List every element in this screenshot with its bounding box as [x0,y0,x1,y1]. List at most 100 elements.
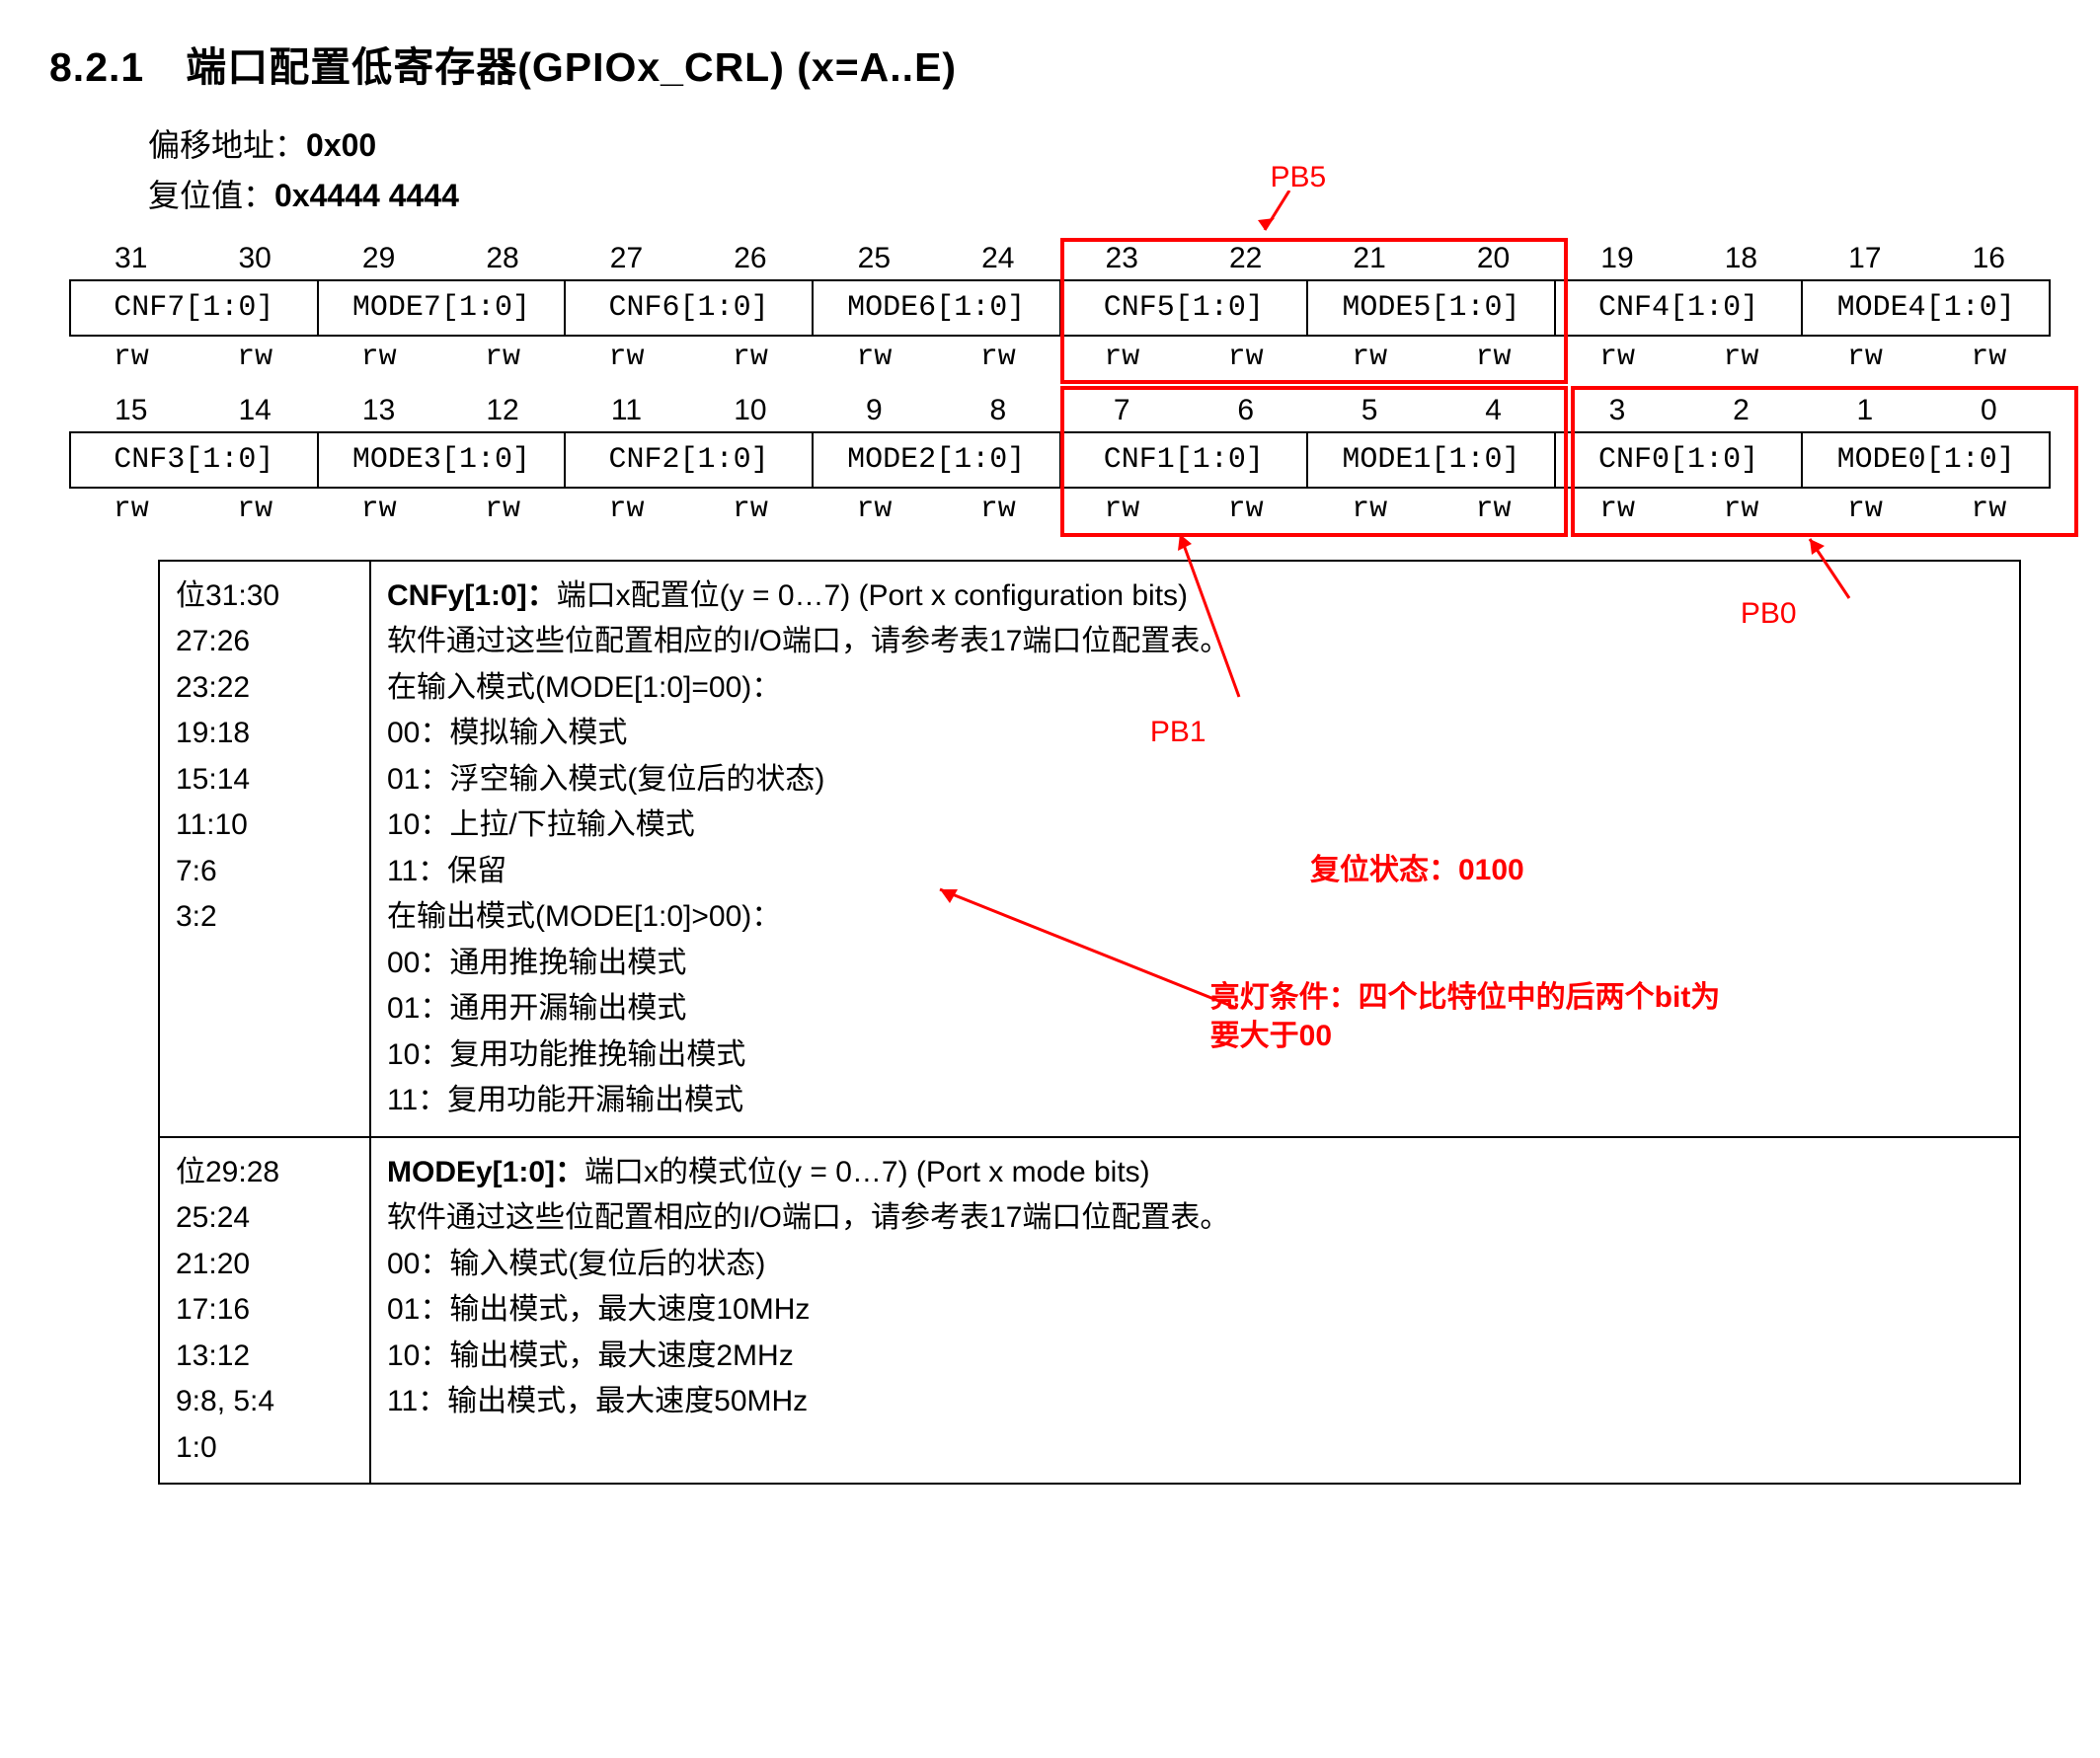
bit-number: 29 [317,238,440,279]
register-field: MODE0[1:0] [1802,432,2050,488]
bit-number: 12 [440,390,564,431]
desc1-body: CNFy[1:0]：端口x配置位(y = 0…7) (Port x config… [370,561,2020,1137]
rw-flag: rw [1679,489,1803,530]
rw-flag: rw [1184,337,1307,378]
offset-value: 0x00 [306,127,376,163]
description-table: 位31:3027:2623:2219:1815:1411:107:63:2 CN… [158,560,2021,1486]
register-field: CNF4[1:0] [1555,280,1803,336]
desc-line: 10：上拉/下拉输入模式 [387,803,2003,849]
bit-number: 20 [1432,238,1555,279]
register-field: MODE3[1:0] [318,432,566,488]
bit-number: 28 [440,238,564,279]
bit-number: 16 [1927,238,2051,279]
bit-range: 15:14 [176,757,353,803]
bit-number: 23 [1060,238,1184,279]
reset-value-line: 复位值：0x4444 4444 [148,174,2051,218]
desc-line: 软件通过这些位配置相应的I/O端口，请参考表17端口位配置表。 [387,619,2003,665]
rw-flag: rw [1432,337,1555,378]
desc-line: 10：复用功能推挽输出模式 [387,1032,2003,1079]
rw-flag: rw [1555,337,1678,378]
register-row-low: CNF3[1:0]MODE3[1:0]CNF2[1:0]MODE2[1:0]CN… [69,431,2051,489]
rw-flag: rw [69,337,193,378]
desc-line: 00：输入模式(复位后的状态) [387,1242,2003,1288]
bit-number: 30 [193,238,316,279]
rw-flag: rw [193,337,316,378]
bit-number: 26 [688,238,812,279]
bit-range: 11:10 [176,803,353,849]
register-row-high: CNF7[1:0]MODE7[1:0]CNF6[1:0]MODE6[1:0]CN… [69,279,2051,337]
reset-value: 0x4444 4444 [274,178,459,213]
rw-flag: rw [1927,489,2051,530]
bit-range: 9:8, 5:4 [176,1379,353,1425]
desc-line: 10：输出模式，最大速度2MHz [387,1334,2003,1380]
bit-range: 21:20 [176,1242,353,1288]
register-field: CNF3[1:0] [70,432,318,488]
rw-row-high: rwrwrwrwrwrwrwrwrwrwrwrwrwrwrwrw [69,337,2051,378]
rw-flag: rw [1803,489,1926,530]
reset-label: 复位值： [148,178,274,213]
bit-range: 25:24 [176,1195,353,1242]
register-field: CNF1[1:0] [1060,432,1308,488]
rw-flag: rw [317,337,440,378]
desc2-body: MODEy[1:0]：端口x的模式位(y = 0…7) (Port x mode… [370,1137,2020,1485]
register-field: CNF0[1:0] [1555,432,1803,488]
bit-number: 8 [936,390,1059,431]
bit-range: 3:2 [176,894,353,941]
bit-range: 23:22 [176,665,353,712]
bit-range: 7:6 [176,849,353,895]
bit-number: 24 [936,238,1059,279]
rw-flag: rw [440,489,564,530]
register-field: MODE5[1:0] [1307,280,1555,336]
desc-line: 01：浮空输入模式(复位后的状态) [387,757,2003,803]
rw-flag: rw [936,337,1059,378]
desc-line: CNFy[1:0]：端口x配置位(y = 0…7) (Port x config… [387,573,2003,620]
desc-line: 11：保留 [387,849,2003,895]
bit-number: 18 [1679,238,1803,279]
bit-number: 1 [1803,390,1926,431]
desc-line: 00：通用推挽输出模式 [387,941,2003,987]
bit-number: 4 [1432,390,1555,431]
desc-line: 软件通过这些位配置相应的I/O端口，请参考表17端口位配置表。 [387,1195,2003,1242]
desc-line: 01：输出模式，最大速度10MHz [387,1287,2003,1334]
offset-label: 偏移地址： [148,127,306,163]
bit-number: 17 [1803,238,1926,279]
rw-flag: rw [1927,337,2051,378]
rw-flag: rw [1307,489,1431,530]
rw-row-low: rwrwrwrwrwrwrwrwrwrwrwrwrwrwrwrw [69,489,2051,530]
register-field: MODE4[1:0] [1802,280,2050,336]
bit-range: 位29:28 [176,1150,353,1196]
register-field: CNF2[1:0] [565,432,813,488]
bit-number: 22 [1184,238,1307,279]
bit-range: 13:12 [176,1334,353,1380]
section-title: 8.2.1 端口配置低寄存器(GPIOx_CRL) (x=A..E) [49,39,2051,96]
desc-line: 11：复用功能开漏输出模式 [387,1078,2003,1124]
offset-address-line: 偏移地址：0x00 [148,123,2051,168]
rw-flag: rw [1060,337,1184,378]
bit-number: 0 [1927,390,2051,431]
bit-number: 27 [565,238,688,279]
bit-number: 6 [1184,390,1307,431]
rw-flag: rw [1184,489,1307,530]
bit-number: 7 [1060,390,1184,431]
desc-line: 11：输出模式，最大速度50MHz [387,1379,2003,1425]
rw-flag: rw [565,337,688,378]
rw-flag: rw [936,489,1059,530]
rw-flag: rw [1432,489,1555,530]
bit-numbers-high: 31302928272625242322212019181716 [69,238,2051,279]
register-field: MODE7[1:0] [318,280,566,336]
register-field: MODE1[1:0] [1307,432,1555,488]
rw-flag: rw [1060,489,1184,530]
bit-number: 15 [69,390,193,431]
rw-flag: rw [1307,337,1431,378]
rw-flag: rw [688,337,812,378]
bit-number: 3 [1555,390,1678,431]
bit-number: 31 [69,238,193,279]
bit-number: 11 [565,390,688,431]
rw-flag: rw [193,489,316,530]
bit-range: 19:18 [176,711,353,757]
desc-line: MODEy[1:0]：端口x的模式位(y = 0…7) (Port x mode… [387,1150,2003,1196]
register-field: CNF7[1:0] [70,280,318,336]
bit-number: 19 [1555,238,1678,279]
bit-numbers-low: 1514131211109876543210 [69,390,2051,431]
rw-flag: rw [688,489,812,530]
